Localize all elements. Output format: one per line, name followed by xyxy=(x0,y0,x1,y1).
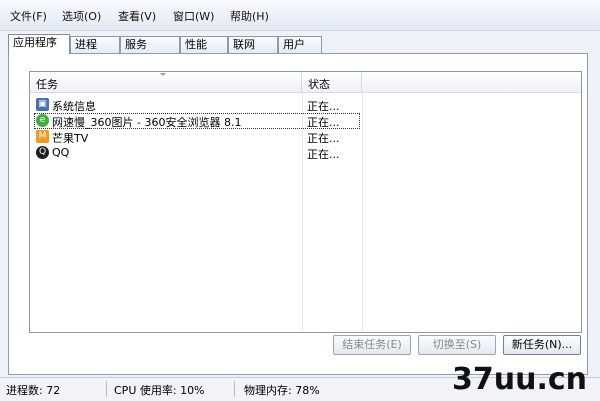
table-row[interactable]: Q QQ 正在... xyxy=(34,145,579,161)
status-separator xyxy=(106,381,107,397)
task-status: 正在... xyxy=(307,148,340,161)
tab-performance[interactable]: 性能 xyxy=(180,36,228,53)
task-name: 芒果TV xyxy=(52,132,89,145)
menu-window[interactable]: 窗口(W) xyxy=(173,8,214,24)
process-count: 进程数: 72 xyxy=(6,384,61,397)
tab-applications[interactable]: 应用程序 xyxy=(8,34,70,54)
menu-help[interactable]: 帮助(H) xyxy=(230,8,269,24)
task-name: QQ xyxy=(52,146,70,159)
table-row[interactable]: ▣ 系统信息 正在... xyxy=(34,97,579,113)
end-task-button[interactable]: 结束任务(E) xyxy=(333,335,411,355)
task-status: 正在... xyxy=(307,132,340,145)
watermark: 37uu.cn xyxy=(452,362,587,397)
tab-users[interactable]: 用户 xyxy=(278,36,322,53)
memory-usage: 物理内存: 78% xyxy=(244,384,320,397)
column-header-task[interactable]: 任务 xyxy=(30,72,302,93)
360-browser-icon: e xyxy=(36,114,49,127)
table-row[interactable]: e 网速慢_360图片 - 360安全浏览器 8.1 正在... xyxy=(34,113,579,129)
status-separator xyxy=(234,381,235,397)
new-task-button[interactable]: 新任务(N)... xyxy=(503,335,581,355)
task-status: 正在... xyxy=(307,100,340,113)
tab-processes[interactable]: 进程 xyxy=(70,36,120,53)
mango-tv-icon: M xyxy=(36,130,49,143)
system-info-icon: ▣ xyxy=(36,98,49,111)
task-list[interactable]: 任务 状态 ▣ 系统信息 正在... e 网速慢_360图片 - 360安全浏览… xyxy=(29,71,582,333)
column-header-task-label: 任务 xyxy=(36,78,58,91)
tab-bar: 应用程序 进程 服务 性能 联网 用户 xyxy=(8,34,368,54)
cpu-usage: CPU 使用率: 10% xyxy=(114,384,205,397)
column-header-status-label: 状态 xyxy=(308,78,330,91)
qq-penguin-icon: Q xyxy=(36,146,49,159)
menu-view[interactable]: 查看(V) xyxy=(118,8,156,24)
switch-to-button[interactable]: 切换至(S) xyxy=(418,335,496,355)
menu-bar: 文件(F) 选项(O) 查看(V) 窗口(W) 帮助(H) xyxy=(0,0,600,31)
tab-services[interactable]: 服务 xyxy=(120,36,180,53)
applications-panel: 任务 状态 ▣ 系统信息 正在... e 网速慢_360图片 - 360安全浏览… xyxy=(8,53,588,375)
column-header-empty xyxy=(362,72,581,93)
column-header-status[interactable]: 状态 xyxy=(302,72,362,93)
task-status: 正在... xyxy=(307,116,340,129)
menu-options[interactable]: 选项(O) xyxy=(62,8,101,24)
table-row[interactable]: M 芒果TV 正在... xyxy=(34,129,579,145)
task-name: 系统信息 xyxy=(52,100,96,113)
task-name: 网速慢_360图片 - 360安全浏览器 8.1 xyxy=(52,116,242,129)
sort-arrow-icon xyxy=(160,73,166,76)
tab-networking[interactable]: 联网 xyxy=(228,36,278,53)
menu-file[interactable]: 文件(F) xyxy=(10,8,47,24)
